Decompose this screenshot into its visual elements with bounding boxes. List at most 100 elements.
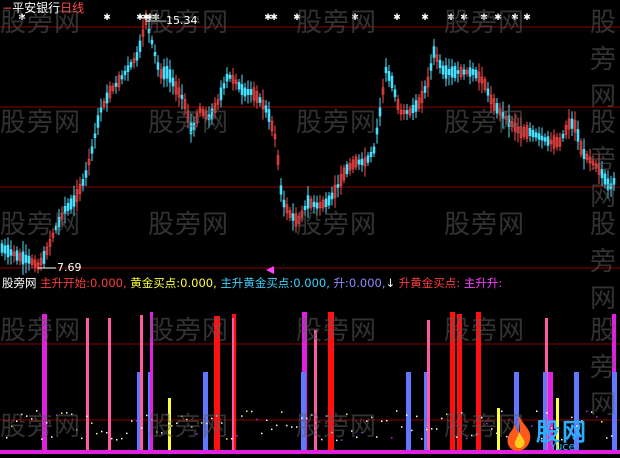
watermark: 股旁网 xyxy=(590,8,618,112)
candle-body xyxy=(279,185,283,195)
watermark: 股旁网 xyxy=(296,412,378,442)
candle-body xyxy=(462,69,466,75)
indicator-dot xyxy=(116,439,118,441)
legend-value: 0.000 xyxy=(90,276,123,290)
legend-label: 主升黄金买点: xyxy=(220,276,294,290)
indicator-dot xyxy=(281,411,283,413)
watermark: 股旁网 xyxy=(444,108,526,138)
candle-body xyxy=(429,63,433,71)
indicator-bar xyxy=(232,318,234,450)
candle-body xyxy=(570,118,574,129)
low-price-label: 7.69 xyxy=(57,261,82,274)
candle-body xyxy=(438,59,442,69)
indicator-dot xyxy=(396,410,398,412)
indicator-dot xyxy=(426,428,428,431)
watermark: 股旁网 xyxy=(296,210,378,240)
indicator-dot xyxy=(111,437,113,440)
star-marker-icon: ✱ xyxy=(393,13,401,23)
candle-body xyxy=(3,245,7,254)
indicator-dot xyxy=(231,437,233,440)
candle-body xyxy=(423,86,427,93)
indicator-dot xyxy=(381,420,383,423)
candle-body xyxy=(360,158,364,166)
indicator-dot xyxy=(286,424,288,427)
legend-label: 主升升: xyxy=(463,276,503,290)
watermark: 股旁网 xyxy=(148,316,230,346)
candle-body xyxy=(444,65,448,79)
watermark: 股旁网 xyxy=(590,316,618,420)
indicator-dot xyxy=(276,424,278,427)
dash-icon: − xyxy=(2,1,13,15)
indicator-dot xyxy=(251,410,253,413)
candle-body xyxy=(99,107,103,113)
candle-body xyxy=(84,170,88,178)
star-marker-icon: ✱ xyxy=(421,13,429,23)
candle-body xyxy=(258,97,262,103)
candle-body xyxy=(249,89,253,95)
indicator-dot xyxy=(271,428,273,431)
indicator-dot xyxy=(81,437,83,440)
star-marker-icon: ✱ xyxy=(270,13,278,23)
watermark: 股旁网 xyxy=(296,8,378,38)
cursor-triangle-icon xyxy=(266,266,274,274)
candle-body xyxy=(531,129,535,138)
candle-body xyxy=(21,251,25,265)
indicator-dot xyxy=(441,417,443,420)
candle-body xyxy=(120,75,124,80)
logo-subtext: Yuce xyxy=(550,440,576,453)
candle-body xyxy=(387,71,391,81)
candle-body xyxy=(450,66,454,78)
candle-body xyxy=(474,69,478,79)
indicator-name[interactable]: 股旁网 xyxy=(2,276,37,290)
candle-body xyxy=(96,115,100,128)
candle-body xyxy=(42,250,46,264)
watermark: 股旁网 xyxy=(444,8,526,38)
candle-body xyxy=(165,65,169,79)
indicator-dot xyxy=(136,420,138,422)
watermark: 股旁网 xyxy=(590,210,618,314)
indicator-dot xyxy=(391,437,393,439)
candle-body xyxy=(240,84,244,95)
candle-body xyxy=(432,46,436,58)
candle-body xyxy=(222,83,226,89)
indicator-bar xyxy=(427,320,430,450)
indicator-dot xyxy=(416,415,418,418)
indicator-dot xyxy=(421,438,423,440)
indicator-dot xyxy=(261,432,263,435)
candle-body xyxy=(411,104,415,114)
legend-value: 0.000 xyxy=(180,276,214,290)
watermark: 股旁网 xyxy=(590,108,618,212)
candle-body xyxy=(336,184,340,188)
candle-body xyxy=(471,68,475,76)
indicator-dot xyxy=(91,422,93,424)
candle-body xyxy=(456,70,460,74)
indicator-dot xyxy=(126,432,128,435)
down-arrow-icon: ↓ xyxy=(385,276,396,290)
candle-body xyxy=(264,105,268,113)
watermark: 股旁网 xyxy=(444,210,526,240)
candle-body xyxy=(150,39,154,45)
legend-label: 主升开始: xyxy=(40,276,91,290)
candle-body xyxy=(540,135,544,141)
indicator-dot xyxy=(406,414,408,416)
chart-title: −平安银行日线 xyxy=(2,1,84,15)
candle-body xyxy=(129,62,133,68)
indicator-legend: 股旁网 主升开始:0.000, 黄金买点:0.000, 主升黄金买点:0.000… xyxy=(2,276,503,290)
indicator-dot xyxy=(401,426,403,428)
candle-body xyxy=(441,65,445,75)
candle-body xyxy=(384,66,388,74)
candle-body xyxy=(180,94,184,100)
indicator-bar xyxy=(86,318,89,450)
candle-body xyxy=(219,87,223,101)
candle-body xyxy=(243,87,247,97)
period-label[interactable]: 日线 xyxy=(60,1,84,15)
stock-name[interactable]: 平安银行 xyxy=(12,1,60,15)
candle-body xyxy=(156,62,160,70)
watermark: 股旁网 xyxy=(296,316,378,346)
candle-body xyxy=(291,213,295,221)
candle-body xyxy=(330,192,334,200)
indicator-dot xyxy=(236,434,238,437)
candle-body xyxy=(225,73,229,82)
candle-body xyxy=(561,133,565,139)
candle-body xyxy=(414,100,418,112)
